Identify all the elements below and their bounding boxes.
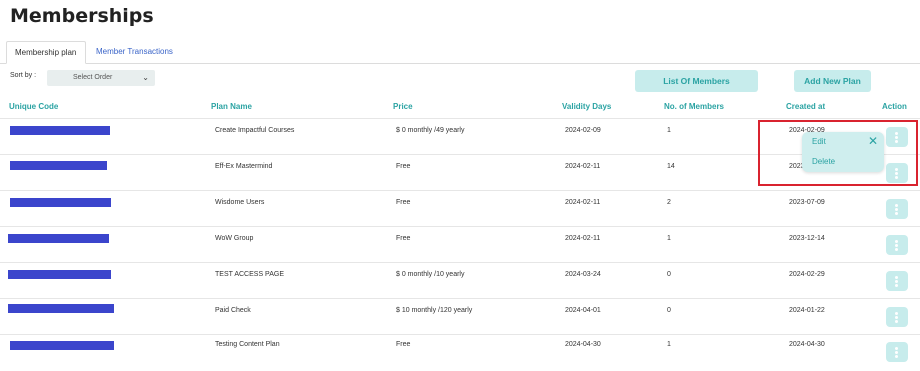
validity-days: 2024-04-01 [565,307,601,314]
unique-code-redacted [8,234,109,243]
table-row: Wisdome Users Free 2024-02-11 2 2023-07-… [0,190,920,227]
more-vertical-icon [895,240,898,252]
row-actions-button[interactable] [886,235,908,255]
unique-code-redacted [8,270,111,279]
plan-price: $ 0 monthly /49 yearly [396,127,465,134]
sort-label: Sort by : [10,72,37,79]
validity-days: 2024-02-09 [565,127,601,134]
row-actions-button[interactable] [886,342,908,362]
table-row: Testing Content Plan Free 2024-04-30 1 2… [0,334,920,371]
member-count: 1 [667,341,671,348]
validity-days: 2024-02-11 [565,199,601,206]
sort-select[interactable]: Select Order ⌄ [47,70,155,86]
col-action: Action [882,102,907,111]
created-at: 2024-01-22 [789,307,825,314]
page-title: Memberships [10,5,154,27]
tab-member-transactions[interactable]: Member Transactions [88,41,181,62]
tab-bar: Membership plan Member Transactions [0,41,920,64]
plan-name: Wisdome Users [215,199,265,206]
plan-price: Free [396,199,411,206]
validity-days: 2024-02-11 [565,163,601,170]
more-vertical-icon [895,312,898,324]
highlight-box [758,120,918,186]
validity-days: 2024-02-11 [565,235,601,242]
plan-price: Free [396,341,411,348]
col-plan-name: Plan Name [211,102,252,111]
plan-name: Eff-Ex Mastermind [215,163,273,170]
table-row: WoW Group Free 2024-02-11 1 2023-12-14 [0,226,920,263]
row-actions-button[interactable] [886,199,908,219]
plan-price: $ 10 monthly /120 yearly [396,307,473,314]
col-validity-days: Validity Days [562,102,612,111]
member-count: 0 [667,271,671,278]
tab-membership-plan[interactable]: Membership plan [6,41,86,64]
more-vertical-icon [895,204,898,216]
plan-name: TEST ACCESS PAGE [215,271,284,278]
plan-name: Paid Check [215,307,251,314]
plan-price: $ 0 monthly /10 yearly [396,271,465,278]
member-count: 2 [667,199,671,206]
member-count: 1 [667,235,671,242]
plan-price: Free [396,235,411,242]
member-count: 1 [667,127,671,134]
unique-code-redacted [10,341,114,350]
col-unique-code: Unique Code [9,102,59,111]
unique-code-redacted [10,161,107,170]
col-price: Price [393,102,413,111]
created-at: 2023-07-09 [789,199,825,206]
chevron-down-icon: ⌄ [142,73,149,82]
plan-name: Create Impactful Courses [215,127,295,134]
unique-code-redacted [8,304,114,313]
col-created-at: Created at [786,102,826,111]
table-row: TEST ACCESS PAGE $ 0 monthly /10 yearly … [0,262,920,299]
unique-code-redacted [10,198,111,207]
table-row: Paid Check $ 10 monthly /120 yearly 2024… [0,298,920,335]
more-vertical-icon [895,276,898,288]
unique-code-redacted [10,126,110,135]
more-vertical-icon [895,347,898,359]
validity-days: 2024-04-30 [565,341,601,348]
add-plan-button[interactable]: Add New Plan [794,70,871,92]
plan-name: Testing Content Plan [215,341,280,348]
created-at: 2024-02-29 [789,271,825,278]
validity-days: 2024-03-24 [565,271,601,278]
created-at: 2024-04-30 [789,341,825,348]
row-actions-button[interactable] [886,271,908,291]
member-count: 14 [667,163,675,170]
row-actions-button[interactable] [886,307,908,327]
list-members-button[interactable]: List Of Members [635,70,758,92]
plan-name: WoW Group [215,235,254,242]
plan-price: Free [396,163,411,170]
member-count: 0 [667,307,671,314]
created-at: 2023-12-14 [789,235,825,242]
col-no-of-members: No. of Members [664,102,725,111]
sort-select-value: Select Order [73,74,113,81]
